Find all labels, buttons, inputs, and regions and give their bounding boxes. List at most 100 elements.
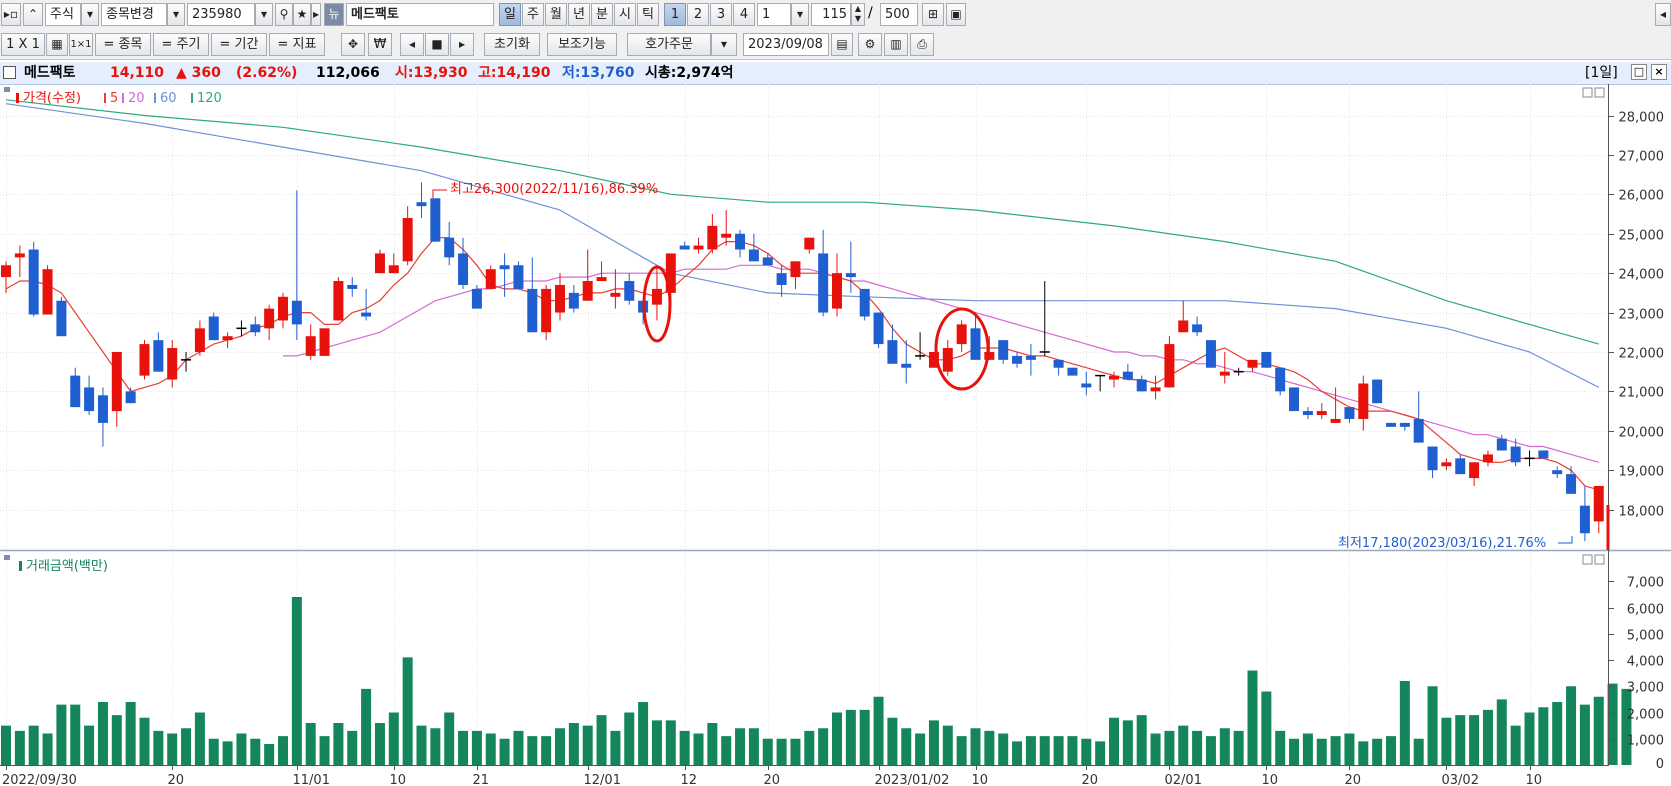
candle-body	[845, 273, 856, 278]
tab-minute[interactable]: 분	[591, 3, 613, 26]
tab-year[interactable]: 년	[568, 3, 590, 26]
candle-body	[679, 245, 690, 250]
pane-close-icon[interactable]	[1594, 554, 1605, 565]
close-icon[interactable]: ×	[1651, 64, 1667, 80]
candle-body	[956, 324, 967, 345]
layout-button[interactable]: 1 X 1	[1, 33, 45, 56]
candle-body	[153, 340, 164, 372]
candle-body	[942, 348, 953, 372]
indicator-button[interactable]: = 지표	[269, 33, 325, 56]
candle-body	[1025, 355, 1036, 360]
candle-body	[1136, 379, 1147, 392]
volume-bar	[596, 715, 607, 765]
date-input[interactable]: 2023/09/08	[743, 33, 829, 56]
scroll-left-icon[interactable]: ◂	[1655, 3, 1671, 26]
volume-bar	[998, 733, 1009, 765]
range-button[interactable]: = 기간	[211, 33, 267, 56]
maximize-icon[interactable]: □	[1631, 64, 1647, 80]
chevron-up-button[interactable]: ⌃	[23, 3, 43, 26]
panel-toggle-button[interactable]: ▸▫	[1, 3, 21, 26]
volume-bar	[1344, 733, 1355, 765]
calculator-icon[interactable]: ▥	[884, 33, 908, 56]
stock-code-input[interactable]: 235980	[187, 3, 255, 26]
candle-body	[347, 284, 358, 289]
volume-bar	[928, 720, 939, 765]
max-count-input[interactable]: 500	[880, 3, 918, 26]
volume-bar	[970, 728, 981, 765]
display-count-input[interactable]: 115	[811, 3, 851, 26]
stop-icon[interactable]: ■	[425, 33, 449, 56]
pane-minimize-icon[interactable]	[1582, 87, 1593, 98]
print-icon[interactable]: ⎙	[910, 33, 934, 56]
spin-updown-icon[interactable]: ▲ ▼	[851, 3, 865, 26]
chevron-down-icon[interactable]: ▾	[711, 33, 737, 56]
move-icon[interactable]: ✥	[341, 33, 365, 56]
ma20-legend-marker	[122, 93, 124, 103]
date-tick-label: 02/01	[1165, 773, 1202, 786]
stock-name: 메드팩토	[24, 65, 76, 81]
pane-minimize-icon[interactable]	[1582, 554, 1593, 565]
pane-close-icon[interactable]	[1594, 87, 1605, 98]
candle-body	[527, 288, 538, 333]
play-back-icon[interactable]: ◂	[400, 33, 424, 56]
volume-bar	[748, 728, 759, 765]
date-tick-label: 20	[168, 773, 185, 786]
volume-bar	[638, 702, 649, 765]
item-button[interactable]: = 종목	[95, 33, 151, 56]
candle-body	[1316, 411, 1327, 416]
volume-bar	[1593, 696, 1604, 765]
volume-bar	[624, 712, 635, 765]
tab-month[interactable]: 월	[545, 3, 567, 26]
play-forward-icon[interactable]: ▸	[450, 33, 474, 56]
reset-button[interactable]: 초기화	[484, 33, 540, 56]
split-select[interactable]: 1	[757, 3, 791, 26]
tab-tick[interactable]: 틱	[637, 3, 659, 26]
star-icon[interactable]: ★	[293, 3, 311, 26]
aux-function-button[interactable]: 보조기능	[547, 33, 617, 56]
chart-toolbar: 1 X 1 ▦ 1×1 = 종목 = 주기 = 기간 = 지표 ✥ ₩ ◂ ■ …	[0, 30, 1671, 60]
volume-bar	[1469, 715, 1480, 765]
pane-handle-icon[interactable]	[4, 555, 10, 560]
volume-bar	[1053, 736, 1064, 765]
date-tick-label: 20	[764, 773, 781, 786]
chevron-down-icon[interactable]: ▾	[255, 3, 273, 26]
cycle-button[interactable]: = 주기	[153, 33, 209, 56]
ma60-line	[5, 103, 1600, 388]
volume-bar	[1150, 733, 1161, 765]
settings-gear-icon[interactable]: ⚙	[858, 33, 882, 56]
split-button-3[interactable]: 3	[710, 3, 732, 26]
stock-chart[interactable]: 18,000 19,000 20,000 21,000 22,000 23,000 24,0…	[0, 84, 1671, 786]
chevron-down-icon[interactable]: ▾	[791, 3, 809, 26]
news-badge[interactable]: 뉴	[324, 3, 344, 26]
grid-icon[interactable]: ▦	[46, 33, 68, 56]
candle-body	[305, 336, 316, 356]
volume-tick-label: 7,000	[1627, 576, 1664, 591]
order-button[interactable]: 호가주문	[627, 33, 711, 56]
split-button-2[interactable]: 2	[687, 3, 709, 26]
chevron-down-icon[interactable]: ▾	[167, 3, 185, 26]
chevron-down-icon[interactable]: ▾	[81, 3, 99, 26]
add-window-icon[interactable]: ⊞	[922, 3, 944, 26]
volume-tick-label: 0	[1656, 757, 1664, 772]
volume-bar	[1, 725, 11, 765]
won-button[interactable]: ₩	[368, 33, 392, 56]
save-icon[interactable]: ▣	[946, 3, 966, 26]
candle-body	[1150, 387, 1161, 392]
layout-1x1-icon[interactable]: 1×1	[69, 33, 93, 56]
tab-day[interactable]: 일	[499, 3, 521, 26]
split-button-1[interactable]: 1	[664, 3, 686, 26]
tab-week[interactable]: 주	[522, 3, 544, 26]
volume-bar	[1164, 730, 1175, 765]
calendar-icon[interactable]: ▤	[831, 33, 853, 56]
change-item-field[interactable]: 종목변경	[101, 3, 167, 26]
chart-grid	[0, 84, 1608, 765]
volume-bar	[14, 730, 25, 765]
arrow-right-icon[interactable]: ▸	[311, 3, 321, 26]
search-icon[interactable]: ⚲	[275, 3, 293, 26]
market-select[interactable]: 주식	[45, 3, 81, 26]
tab-hour[interactable]: 시	[614, 3, 636, 26]
split-button-4[interactable]: 4	[733, 3, 755, 26]
select-checkbox[interactable]	[3, 66, 16, 79]
pane-handle-icon[interactable]	[4, 87, 10, 92]
candle-body	[859, 288, 870, 317]
